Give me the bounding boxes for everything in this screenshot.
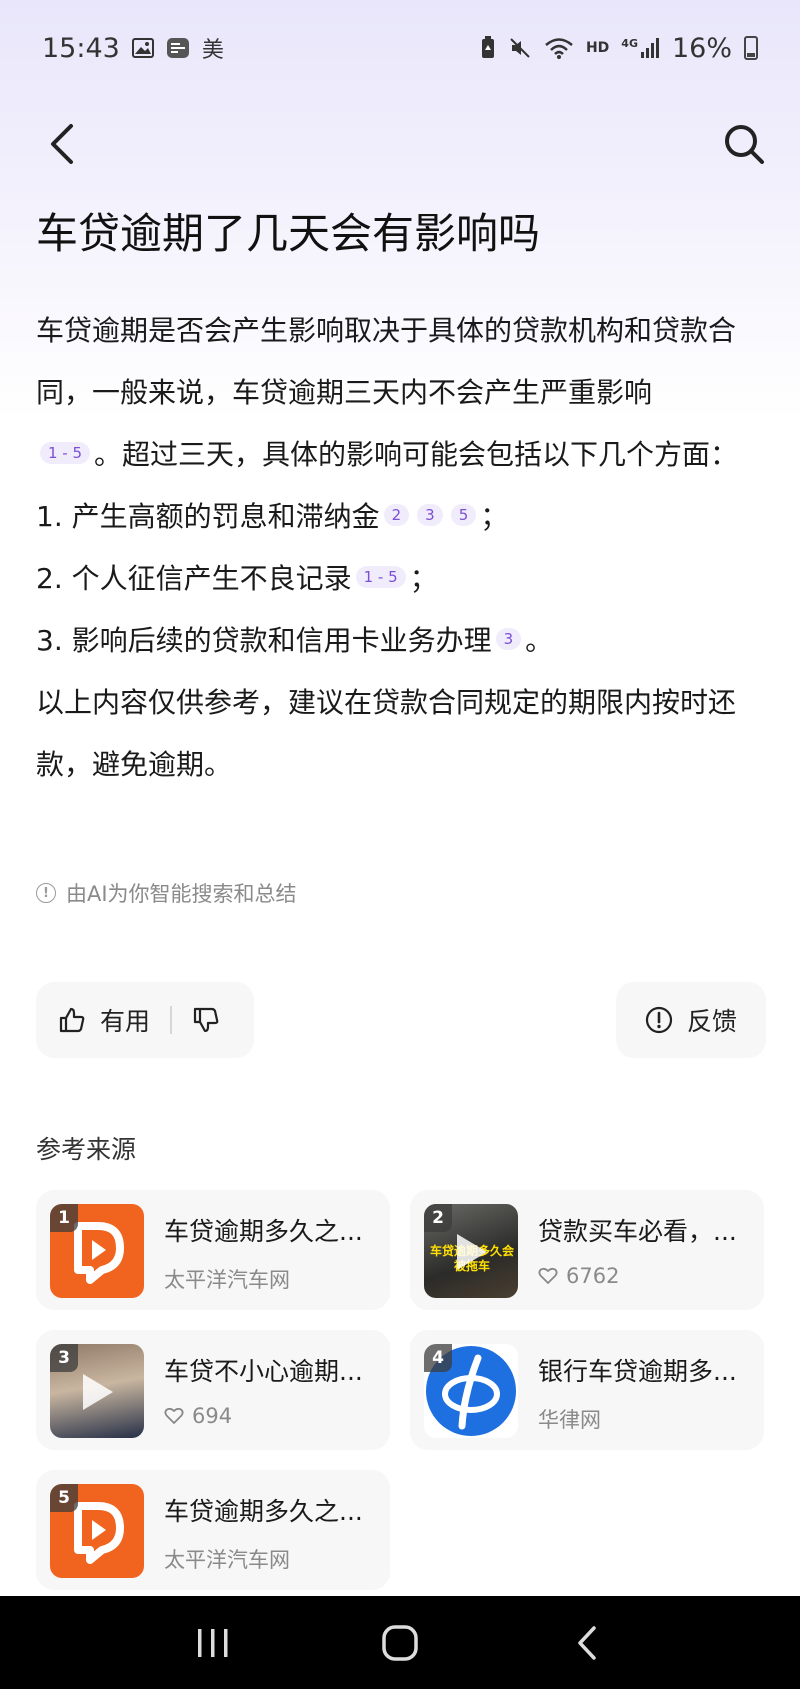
source-card[interactable]: 1 车贷逾期多久之... 太平洋汽车网 <box>36 1190 390 1310</box>
play-icon <box>457 1234 487 1270</box>
source-thumbnail: 1 <box>50 1204 144 1298</box>
network-gen: 4G <box>621 37 638 50</box>
status-right: HD 4G 16% <box>480 33 758 64</box>
hd-indicator: HD <box>585 40 610 56</box>
source-title: 车贷不小心逾期... <box>164 1357 363 1386</box>
citation-badge[interactable]: 3 <box>495 628 522 650</box>
battery-percent: 16% <box>671 32 732 64</box>
back-icon <box>577 1625 596 1660</box>
source-index-badge: 4 <box>424 1344 452 1372</box>
feedback-button[interactable]: 反馈 <box>616 982 766 1058</box>
answer-list-item: 3. 影响后续的贷款和信用卡业务办理 3。 <box>36 610 766 672</box>
rating-group: 有用 <box>36 982 254 1058</box>
source-site-name: 太平洋汽车网 <box>164 1268 290 1292</box>
list-item-text: 2. 个人征信产生不良记录 <box>36 562 352 595</box>
citation-badge[interactable]: 3 <box>417 504 443 526</box>
source-site: 华律网 <box>538 1404 601 1434</box>
source-likes: 6762 <box>538 1264 619 1288</box>
info-icon: ! <box>36 883 56 903</box>
source-thumbnail: 3 <box>50 1344 144 1438</box>
recent-apps-icon <box>198 1628 228 1657</box>
answer-list-item: 1. 产生高额的罚息和滞纳金 2 3 5； <box>36 486 766 548</box>
recent-apps-button[interactable] <box>178 1608 248 1678</box>
source-site: 太平洋汽车网 <box>164 1264 290 1294</box>
list-item-text: 3. 影响后续的贷款和信用卡业务办理 <box>36 624 492 657</box>
battery-icon <box>744 36 758 60</box>
not-useful-button[interactable] <box>192 1006 220 1034</box>
mute-icon <box>508 36 532 60</box>
source-site: 太平洋汽车网 <box>164 1544 290 1574</box>
page-title: 车贷逾期了几天会有影响吗 <box>36 209 541 258</box>
citation-badge[interactable]: 5 <box>450 504 477 526</box>
source-card[interactable]: 3 车贷不小心逾期... 694 <box>36 1330 390 1450</box>
citation-badge[interactable]: 1 - 5 <box>40 442 91 464</box>
list-item-end: ； <box>480 500 509 533</box>
system-nav-bar <box>0 1596 800 1689</box>
source-thumbnail: 5 <box>50 1484 144 1578</box>
source-card[interactable]: 5 车贷逾期多久之... 太平洋汽车网 <box>36 1470 390 1590</box>
answer-conclusion: 以上内容仅供参考，建议在贷款合同规定的期限内按时还款，避免逾期。 <box>36 686 737 781</box>
system-back-button[interactable] <box>552 1608 622 1678</box>
source-title: 银行车贷逾期多... <box>538 1357 737 1386</box>
search-button[interactable] <box>716 116 772 172</box>
answer-intro-text-1: 车贷逾期是否会产生影响取决于具体的贷款机构和贷款合同，一般来说，车贷逾期三天内不… <box>36 314 737 409</box>
carrier-badge: 美 <box>201 38 224 63</box>
citation-badge[interactable]: 1 - 5 <box>355 566 406 588</box>
thumbs-up-icon <box>59 1007 85 1033</box>
alert-circle-icon <box>645 1006 673 1034</box>
heart-icon <box>164 1407 184 1424</box>
divider <box>170 1006 173 1034</box>
source-index-badge: 3 <box>50 1344 78 1372</box>
status-time: 15:43 <box>42 32 120 64</box>
signal-icon: 4G <box>621 37 660 59</box>
citation-badge[interactable]: 2 <box>383 504 410 526</box>
source-thumbnail: 4 <box>424 1344 518 1438</box>
sources-title: 参考来源 <box>36 1135 137 1164</box>
source-title: 贷款买车必看，... <box>538 1217 737 1246</box>
source-index-badge: 1 <box>50 1204 78 1232</box>
play-icon <box>83 1374 113 1410</box>
home-button[interactable] <box>365 1608 435 1678</box>
source-site-name: 太平洋汽车网 <box>164 1548 290 1572</box>
useful-label: 有用 <box>100 1007 151 1036</box>
status-left: 15:43 美 <box>42 32 224 64</box>
gallery-icon <box>131 38 154 58</box>
home-icon <box>382 1624 418 1661</box>
answer-intro-text-2: 。超过三天，具体的影响可能会包括以下几个方面： <box>94 438 739 471</box>
source-likes: 694 <box>164 1404 232 1428</box>
source-index-badge: 2 <box>424 1204 452 1232</box>
list-item-end: 。 <box>525 624 554 657</box>
back-button[interactable] <box>34 116 90 172</box>
wifi-icon <box>544 37 574 59</box>
chevron-left-icon <box>51 124 73 164</box>
status-bar: 15:43 美 HD 4G 16% <box>0 0 800 96</box>
feedback-label: 反馈 <box>686 1007 737 1036</box>
likes-count: 6762 <box>566 1264 620 1288</box>
source-title: 车贷逾期多久之... <box>164 1497 363 1526</box>
ai-disclaimer: ! 由AI为你智能搜索和总结 <box>36 878 297 908</box>
source-index-badge: 5 <box>50 1484 78 1512</box>
search-icon <box>725 125 764 164</box>
source-site-name: 华律网 <box>538 1408 601 1432</box>
ai-disclaimer-text: 由AI为你智能搜索和总结 <box>66 882 297 906</box>
source-card[interactable]: 4 银行车贷逾期多... 华律网 <box>410 1330 764 1450</box>
source-title: 车贷逾期多久之... <box>164 1217 363 1246</box>
battery-saver-icon <box>480 36 496 60</box>
source-card[interactable]: 2 车贷逾期多久会被拖车 贷款买车必看，... 6762 <box>410 1190 764 1310</box>
list-item-text: 1. 产生高额的罚息和滞纳金 <box>36 500 380 533</box>
answer-list-item: 2. 个人征信产生不良记录 1 - 5； <box>36 548 766 610</box>
list-item-end: ； <box>409 562 438 595</box>
ai-answer: 车贷逾期是否会产生影响取决于具体的贷款机构和贷款合同，一般来说，车贷逾期三天内不… <box>36 300 766 796</box>
answer-intro: 车贷逾期是否会产生影响取决于具体的贷款机构和贷款合同，一般来说，车贷逾期三天内不… <box>36 300 766 486</box>
useful-button[interactable]: 有用 <box>58 1002 150 1038</box>
top-nav <box>0 96 800 192</box>
thumbs-down-icon <box>193 1007 219 1033</box>
app-notification-icon <box>166 37 190 59</box>
likes-count: 694 <box>192 1404 233 1428</box>
heart-icon <box>538 1267 558 1284</box>
source-thumbnail: 2 车贷逾期多久会被拖车 <box>424 1204 518 1298</box>
